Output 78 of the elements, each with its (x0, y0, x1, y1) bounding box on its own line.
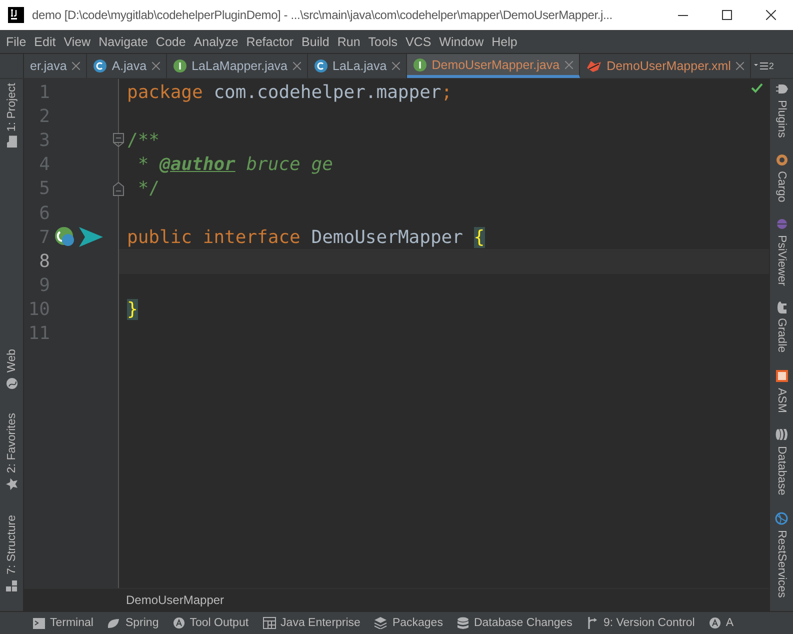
check-icon (751, 83, 763, 93)
class-icon (92, 59, 107, 73)
tool-window-button[interactable]: 9: Version Control (586, 617, 695, 629)
line-number: 8 (38, 250, 50, 272)
interface-icon (412, 58, 427, 72)
tool-window-button[interactable]: Database (776, 428, 788, 496)
class-icon (314, 59, 328, 73)
tool-window-button[interactable]: 1: Project (6, 79, 18, 151)
menu-item[interactable]: Analyze (190, 34, 242, 48)
code-line: package com.codehelper.mapper; (127, 82, 452, 103)
app-logo-icon (8, 7, 24, 23)
tool-window-button[interactable]: RestServices (775, 512, 788, 598)
editor-tab[interactable]: A.java (86, 54, 167, 78)
code-line: public interface DemoUserMapper { (127, 226, 485, 248)
implemented-marker-icon (54, 226, 76, 248)
fold-marker-icon[interactable] (113, 133, 124, 148)
editor-tab[interactable]: DemoUserMapper.java (406, 54, 580, 78)
table-icon (262, 617, 276, 629)
tool-window-button[interactable]: 2: Favorites (6, 409, 18, 495)
tool-window-button[interactable]: ASM (774, 368, 788, 412)
menu-item[interactable]: View (60, 34, 95, 48)
globe-icon (775, 512, 788, 525)
menu-item[interactable]: File (2, 34, 30, 48)
database-icon (775, 428, 788, 441)
tool-window-button[interactable]: Packages (374, 617, 443, 629)
database-icon (456, 616, 469, 630)
star-icon (6, 478, 18, 491)
tool-window-button[interactable]: Terminal (33, 617, 94, 629)
xml-file-icon (586, 59, 602, 73)
leaf-icon (107, 618, 120, 628)
menu-item[interactable]: Build (298, 34, 334, 48)
tool-window-button[interactable]: Spring (107, 617, 159, 629)
folder-icon (6, 136, 16, 148)
tool-window-button[interactable]: Gradle (774, 302, 788, 352)
layers-icon (374, 617, 388, 629)
menu-item[interactable]: Code (152, 34, 190, 48)
editor-tab[interactable]: LaLaMapper.java (166, 54, 308, 78)
list-icon (754, 62, 768, 70)
window-title: demo [D:\code\mygitlab\codehelperPluginDemo] - ...\src\main\java\com\codehelper\mapper\DemoUserMapper.j... (32, 8, 614, 22)
tool-window-button[interactable]: A (708, 617, 734, 629)
letter-icon (172, 617, 185, 629)
code-line: */ (136, 178, 160, 200)
menu-item[interactable]: Navigate (94, 34, 152, 48)
asm-icon (774, 368, 788, 382)
editor-tab[interactable]: er.java (24, 54, 87, 78)
tool-window-button[interactable]: Tool Output (172, 617, 249, 629)
tool-window-button[interactable]: Cargo (776, 154, 788, 202)
arrow-marker-icon (79, 227, 103, 248)
menu-item[interactable]: Edit (30, 34, 60, 48)
structure-icon (6, 579, 18, 591)
menu-item[interactable]: Tools (364, 34, 402, 48)
plug-icon (776, 83, 788, 95)
code-line: /** (127, 130, 160, 151)
fold-marker-icon[interactable] (113, 182, 124, 196)
menu-item[interactable]: Run (333, 34, 364, 48)
interface-icon (172, 59, 187, 73)
breadcrumb[interactable]: DemoUserMapper (126, 593, 224, 607)
close-icon[interactable] (766, 10, 776, 20)
tool-window-button[interactable]: Java Enterprise (262, 617, 360, 629)
letter-icon (708, 617, 721, 629)
code-line: * @author bruce ge (136, 154, 333, 176)
tool-window-button[interactable]: Plugins (776, 83, 788, 138)
tool-window-button[interactable]: PsiViewer (776, 218, 788, 286)
menu-item[interactable]: VCS (401, 34, 436, 48)
menu-item[interactable]: Help (488, 34, 522, 48)
menu-item[interactable]: Refactor (242, 34, 298, 48)
tool-window-button[interactable]: 7: Structure (6, 510, 18, 595)
tab-overflow-button[interactable]: 2 (750, 54, 777, 78)
tool-window-button[interactable]: Database Changes (456, 616, 572, 630)
editor-tab[interactable]: LaLa.java (308, 54, 407, 78)
terminal-icon (33, 618, 45, 628)
globe-icon (6, 377, 18, 390)
menu-item[interactable]: Window (435, 34, 488, 48)
maximize-icon[interactable] (722, 10, 732, 20)
editor-tab[interactable]: DemoUserMapper.xml (580, 54, 751, 78)
tool-window-button[interactable]: Web (6, 345, 18, 394)
dot-icon (776, 218, 788, 230)
branch-icon (586, 617, 598, 629)
